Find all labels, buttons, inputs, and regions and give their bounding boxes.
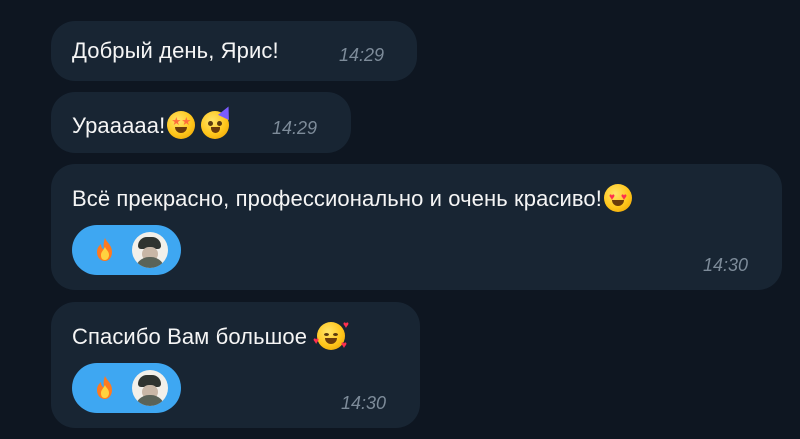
message-content: Спасибо Вам большое ♥ ♥ ♥ [72, 321, 349, 351]
message-content: Всё прекрасно, профессионально и очень к… [72, 184, 632, 212]
smile-mouth [211, 127, 221, 133]
eye [324, 333, 330, 336]
party-hat-icon [218, 104, 235, 120]
message-bubble[interactable]: Добрый день, Ярис! 14:29 [51, 21, 417, 81]
avatar-body [135, 395, 165, 406]
star-struck-emoji: ★ ★ [167, 111, 196, 139]
reaction-pill[interactable] [72, 225, 181, 275]
eye [333, 333, 339, 336]
heart-eyes-emoji: ♥ ♥ [603, 184, 632, 212]
heart-icon: ♥ [313, 336, 320, 347]
eye [208, 121, 214, 126]
message-time: 14:29 [272, 118, 318, 138]
message-text: Спасибо Вам большое [72, 324, 308, 349]
smile-mouth [175, 127, 188, 133]
heart-icon: ♥ [343, 320, 350, 331]
message-time: 14:30 [703, 255, 749, 275]
smile-mouth [611, 200, 624, 206]
smile-mouth [325, 338, 338, 344]
avatar-body [135, 257, 165, 268]
message-content: Урааааа! ★ ★ [72, 104, 235, 139]
message-text: Всё прекрасно, профессионально и очень к… [72, 186, 602, 211]
eye [217, 121, 223, 126]
smiling-face-with-hearts-emoji: ♥ ♥ ♥ [313, 321, 349, 351]
heart-icon: ♥ [341, 340, 348, 351]
message-bubble[interactable]: Всё прекрасно, профессионально и очень к… [51, 164, 782, 290]
message-bubble[interactable]: Урааааа! ★ ★ 14:29 [51, 92, 351, 153]
message-time: 14:29 [339, 45, 385, 65]
partying-face-emoji [201, 104, 235, 139]
message-time: 14:30 [341, 393, 387, 413]
message-text: Добрый день, Ярис! [72, 38, 279, 63]
fire-icon [97, 238, 112, 261]
fire-icon [97, 376, 112, 399]
avatar [132, 370, 168, 406]
message-bubble[interactable]: Спасибо Вам большое ♥ ♥ ♥ 14:30 [51, 302, 420, 428]
reaction-pill[interactable] [72, 363, 181, 413]
chat-message-list: Добрый день, Ярис! 14:29 Урааааа! ★ ★ 14… [0, 0, 800, 439]
message-text: Урааааа! [72, 113, 166, 138]
avatar [132, 232, 168, 268]
